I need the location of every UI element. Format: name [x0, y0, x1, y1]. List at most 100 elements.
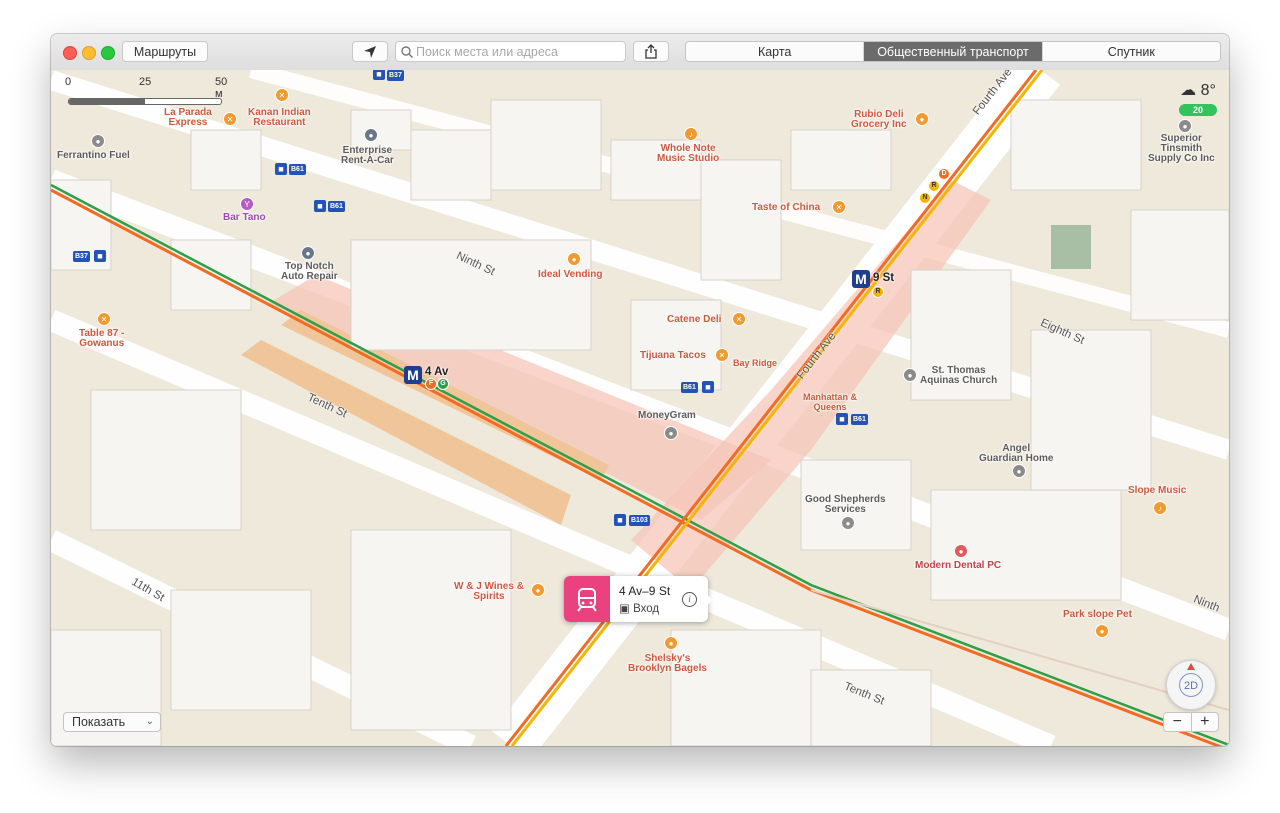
- share-button[interactable]: [633, 41, 669, 62]
- church-icon[interactable]: ●: [903, 368, 917, 382]
- bus-stop-icon[interactable]: ■: [836, 413, 848, 425]
- popup-pointer: [706, 594, 713, 606]
- grocery-icon[interactable]: ●: [915, 112, 929, 126]
- maps-window: Маршруты Карта Общественный транспорт Сп…: [51, 34, 1229, 746]
- services-icon[interactable]: ●: [841, 516, 855, 530]
- bus-route-badge: B61: [681, 382, 698, 393]
- place-slope-music[interactable]: Slope Music: [1128, 486, 1186, 496]
- location-arrow-icon: [364, 45, 376, 58]
- tab-map[interactable]: Карта: [686, 42, 863, 61]
- weather-widget[interactable]: ☁ 8° 20: [1176, 80, 1220, 118]
- metro-icon-9st[interactable]: M: [852, 270, 870, 288]
- line-r-badge-2: R: [872, 286, 884, 298]
- place-good-shepherds[interactable]: Good Shepherds Services: [805, 495, 886, 515]
- zoom-window-button[interactable]: [101, 46, 115, 60]
- money-icon[interactable]: ●: [664, 426, 678, 440]
- store-icon[interactable]: ●: [567, 252, 581, 266]
- restaurant-icon[interactable]: ✕: [832, 200, 846, 214]
- restaurant-icon[interactable]: ✕: [715, 348, 729, 362]
- dental-icon[interactable]: ●: [954, 544, 968, 558]
- entrance-icon: ▣: [619, 603, 630, 615]
- exit-bay-ridge[interactable]: Bay Ridge: [733, 358, 777, 368]
- bus-route-badge: B61: [851, 414, 868, 425]
- business-icon[interactable]: ●: [1178, 119, 1192, 133]
- place-wj-wines[interactable]: W & J Wines & Spirits: [454, 582, 524, 602]
- train-icon: [564, 576, 610, 622]
- place-rubio[interactable]: Rubio Deli Grocery Inc: [851, 110, 907, 130]
- search-icon: [401, 45, 413, 58]
- place-moneygram[interactable]: MoneyGram: [638, 411, 696, 421]
- current-location-button[interactable]: [352, 41, 388, 62]
- scale-bar-track: [68, 98, 222, 105]
- place-kanan[interactable]: Kanan Indian Restaurant: [248, 108, 311, 128]
- place-ferrantino[interactable]: Ferrantino Fuel: [57, 151, 130, 161]
- north-arrow-icon: [1187, 663, 1195, 670]
- park-green: [1051, 225, 1091, 269]
- exit-manhattan-queens[interactable]: Manhattan & Queens: [803, 392, 857, 412]
- place-modern-dental[interactable]: Modern Dental PC: [915, 561, 1001, 571]
- restaurant-icon[interactable]: ✕: [97, 312, 111, 326]
- music-icon[interactable]: ♪: [684, 127, 698, 141]
- pet-store-icon[interactable]: ●: [1095, 624, 1109, 638]
- restaurant-icon[interactable]: ✕: [732, 312, 746, 326]
- bar-icon[interactable]: Y: [240, 197, 254, 211]
- map-canvas[interactable]: 0 25 50 м ☁ 8° 20 ✕ La Parada Express ✕ …: [51, 70, 1229, 746]
- liquor-store-icon[interactable]: ●: [531, 583, 545, 597]
- bus-stop-icon[interactable]: ■: [94, 250, 106, 262]
- cafe-icon[interactable]: ●: [664, 636, 678, 650]
- zoom-control: − +: [1163, 712, 1219, 732]
- place-la-parada[interactable]: La Parada Express: [164, 108, 212, 128]
- bus-route-badge: B61: [289, 164, 306, 175]
- show-dropdown[interactable]: Показать ⌄: [63, 712, 161, 732]
- place-top-notch[interactable]: Top Notch Auto Repair: [281, 262, 338, 282]
- bus-stop-icon[interactable]: ■: [614, 514, 626, 526]
- place-whole-note[interactable]: Whole Note Music Studio: [657, 144, 719, 164]
- share-icon: [645, 44, 657, 59]
- bus-stop-icon[interactable]: ■: [373, 70, 385, 80]
- line-f-badge: F: [425, 378, 437, 390]
- home-icon[interactable]: ●: [1012, 464, 1026, 478]
- zoom-out-button[interactable]: −: [1164, 713, 1192, 731]
- chevron-down-icon: ⌄: [145, 716, 154, 727]
- compass-control[interactable]: 2D: [1166, 660, 1216, 710]
- fuel-icon[interactable]: ●: [91, 134, 105, 148]
- routes-button[interactable]: Маршруты: [122, 41, 208, 62]
- minimize-window-button[interactable]: [82, 46, 96, 60]
- place-enterprise[interactable]: Enterprise Rent-A-Car: [341, 146, 394, 166]
- music-icon[interactable]: ♪: [1153, 501, 1167, 515]
- info-icon[interactable]: i: [682, 592, 697, 607]
- bus-stop-icon[interactable]: ■: [702, 381, 714, 393]
- place-superior[interactable]: Superior Tinsmith Supply Co Inc: [1148, 134, 1215, 164]
- place-bar-tano[interactable]: Bar Tano: [223, 213, 266, 223]
- place-st-thomas[interactable]: St. Thomas Aquinas Church: [920, 366, 997, 386]
- restaurant-icon[interactable]: ✕: [275, 88, 289, 102]
- place-park-slope-pet[interactable]: Park slope Pet: [1063, 610, 1132, 620]
- place-angel-guardian[interactable]: Angel Guardian Home: [979, 444, 1053, 464]
- line-r-badge: R: [928, 180, 940, 192]
- station-4av-label[interactable]: 4 Av: [425, 366, 448, 378]
- station-entrance-popup[interactable]: 4 Av–9 St ▣ Вход i: [564, 576, 713, 622]
- auto-repair-icon[interactable]: ●: [301, 246, 315, 260]
- place-shelskys[interactable]: Shelsky's Brooklyn Bagels: [628, 654, 707, 674]
- place-catene[interactable]: Catene Deli: [667, 315, 721, 325]
- bus-stop-icon[interactable]: ■: [314, 200, 326, 212]
- bus-stop-icon[interactable]: ■: [275, 163, 287, 175]
- metro-icon-4av[interactable]: M: [404, 366, 422, 384]
- zoom-in-button[interactable]: +: [1192, 713, 1219, 731]
- place-table87[interactable]: Table 87 - Gowanus: [79, 329, 124, 349]
- tab-satellite[interactable]: Спутник: [1041, 42, 1220, 61]
- place-taste-of-china[interactable]: Taste of China: [752, 203, 820, 213]
- toolbar: Маршруты Карта Общественный транспорт Сп…: [51, 34, 1229, 71]
- car-rental-icon[interactable]: ●: [364, 128, 378, 142]
- scale-label-50: 50 м: [215, 76, 228, 100]
- restaurant-icon[interactable]: ✕: [223, 112, 237, 126]
- place-tijuana[interactable]: Tijuana Tacos: [640, 351, 706, 361]
- station-9st-label[interactable]: 9 St: [873, 272, 894, 284]
- close-window-button[interactable]: [63, 46, 77, 60]
- place-ideal-vending[interactable]: Ideal Vending: [538, 270, 602, 280]
- temperature: 8°: [1200, 82, 1216, 99]
- compass-2d-label[interactable]: 2D: [1179, 673, 1203, 697]
- search-input[interactable]: [414, 43, 618, 60]
- search-field[interactable]: [395, 41, 626, 62]
- tab-transit[interactable]: Общественный транспорт: [863, 42, 1042, 61]
